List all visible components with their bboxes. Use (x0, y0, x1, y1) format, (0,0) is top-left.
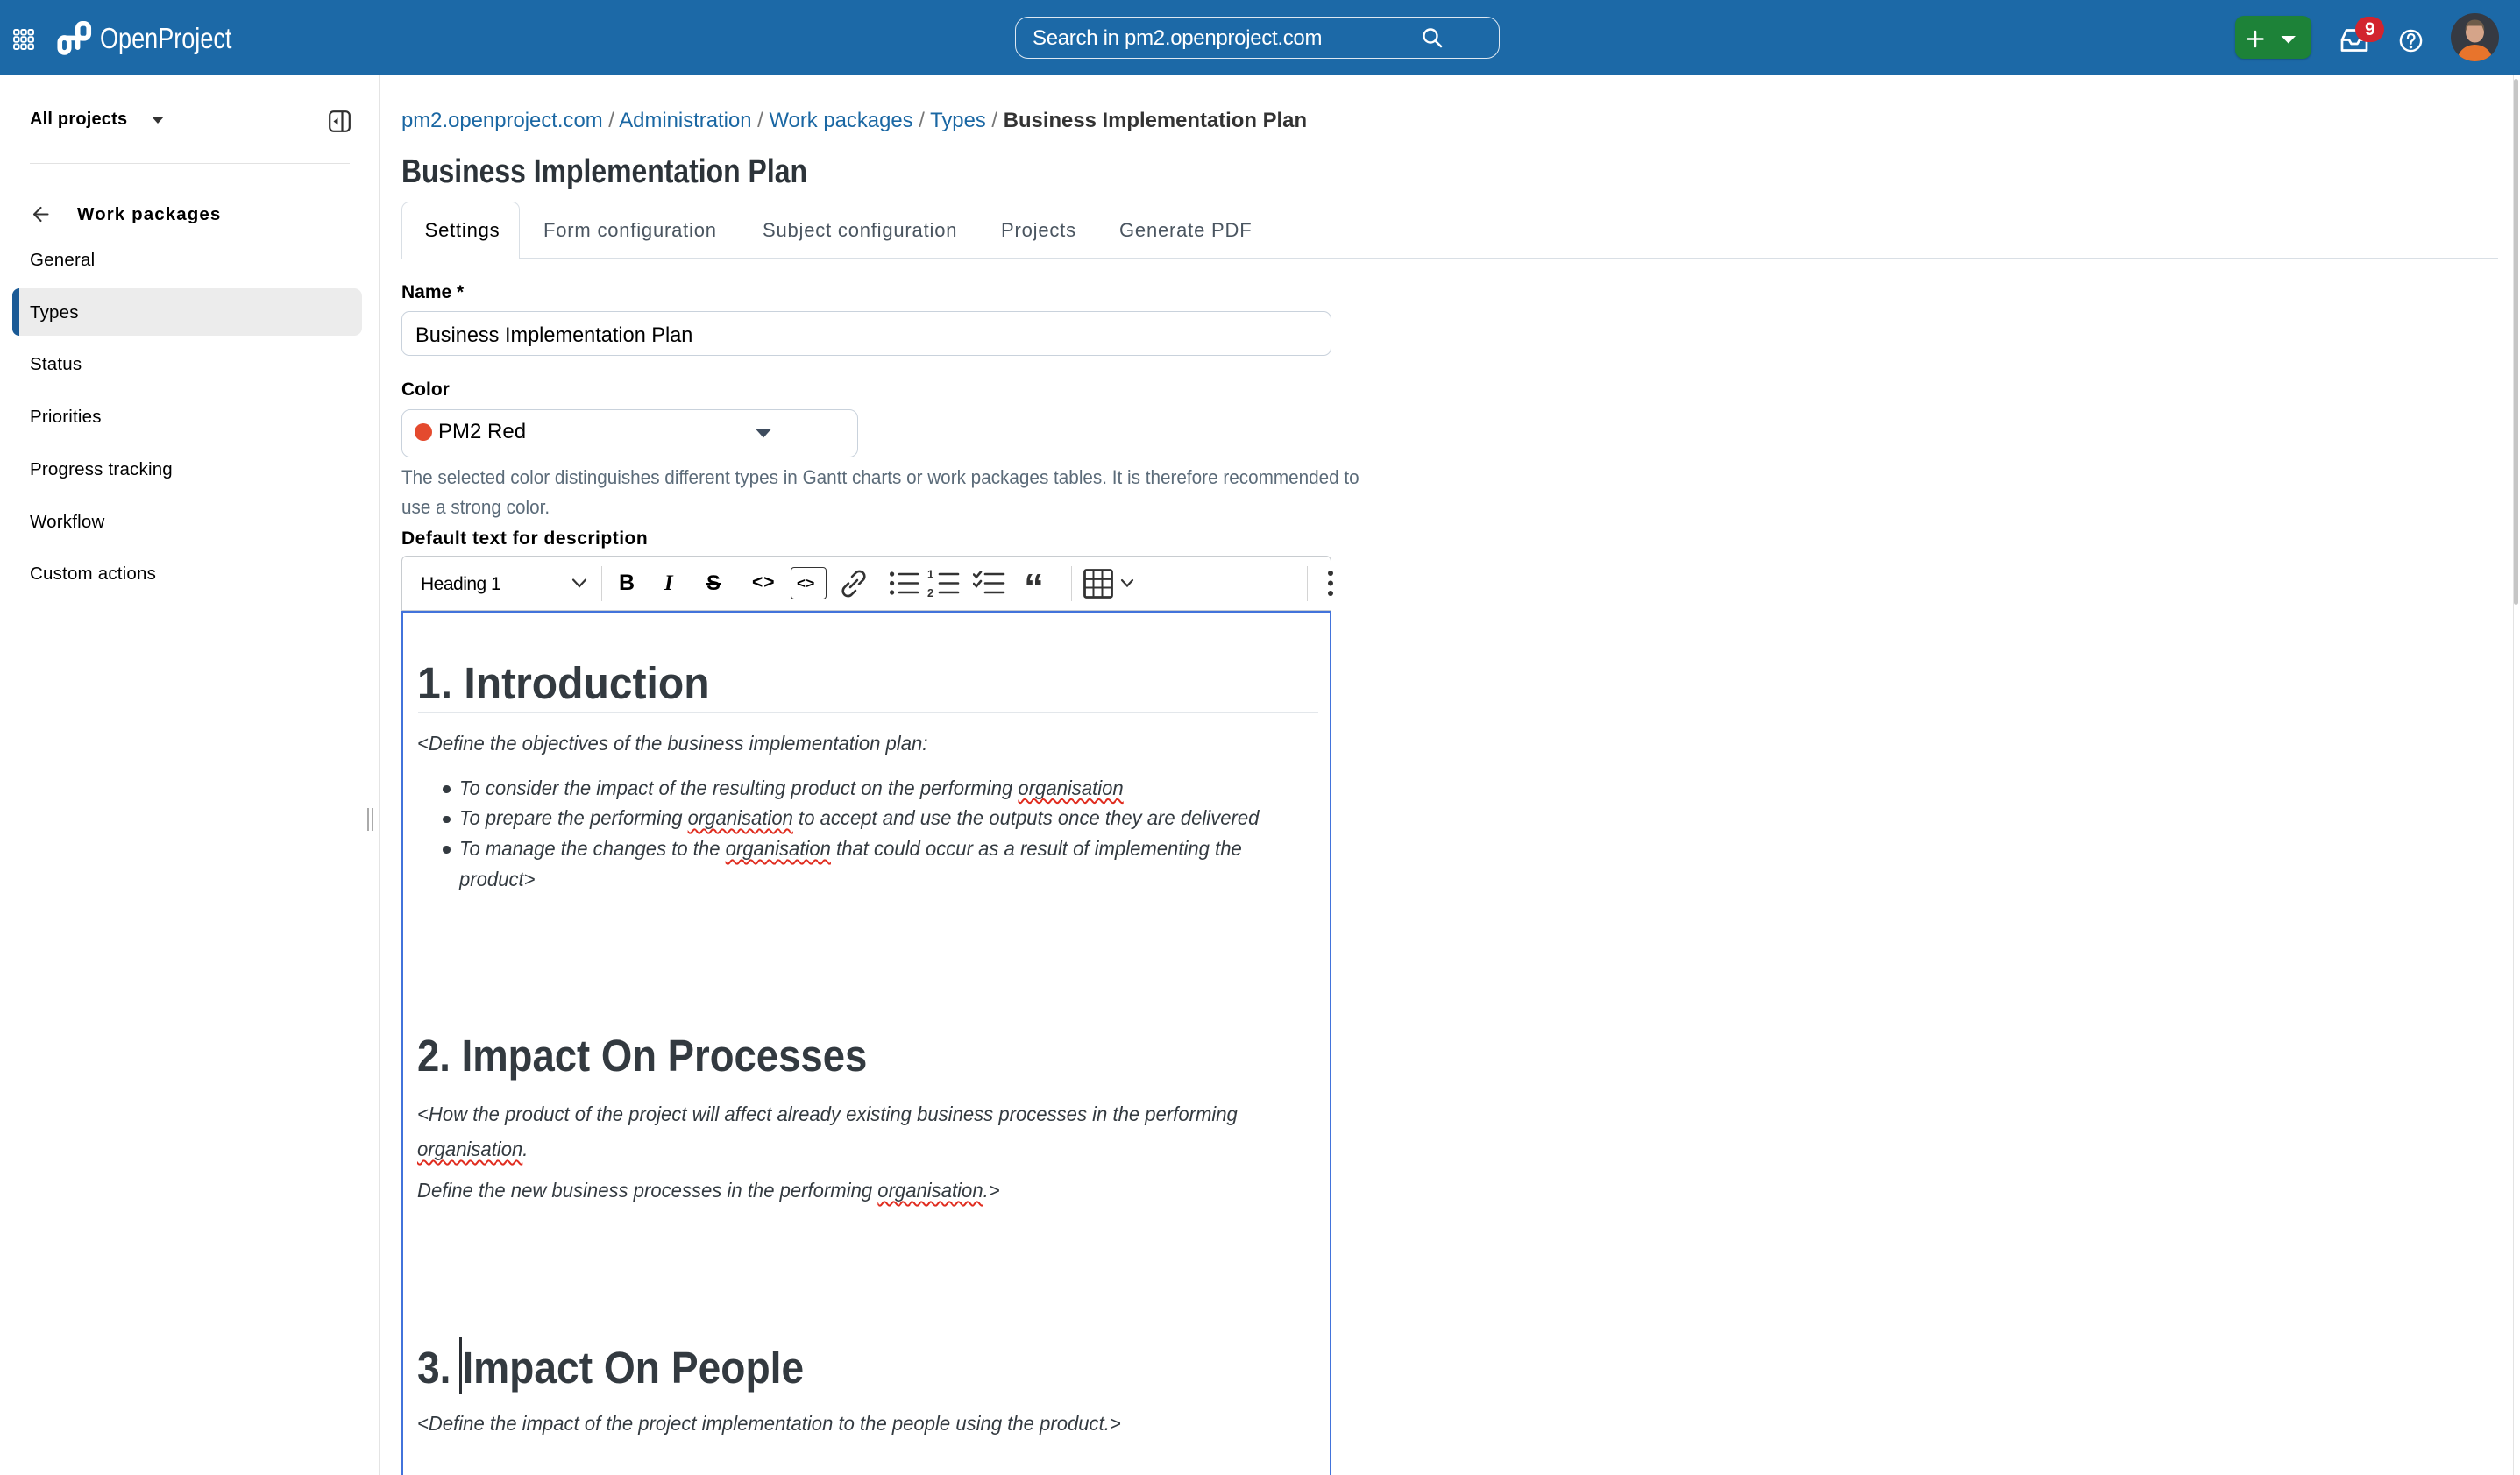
svg-text:1: 1 (927, 570, 933, 581)
svg-text:2: 2 (927, 586, 933, 598)
